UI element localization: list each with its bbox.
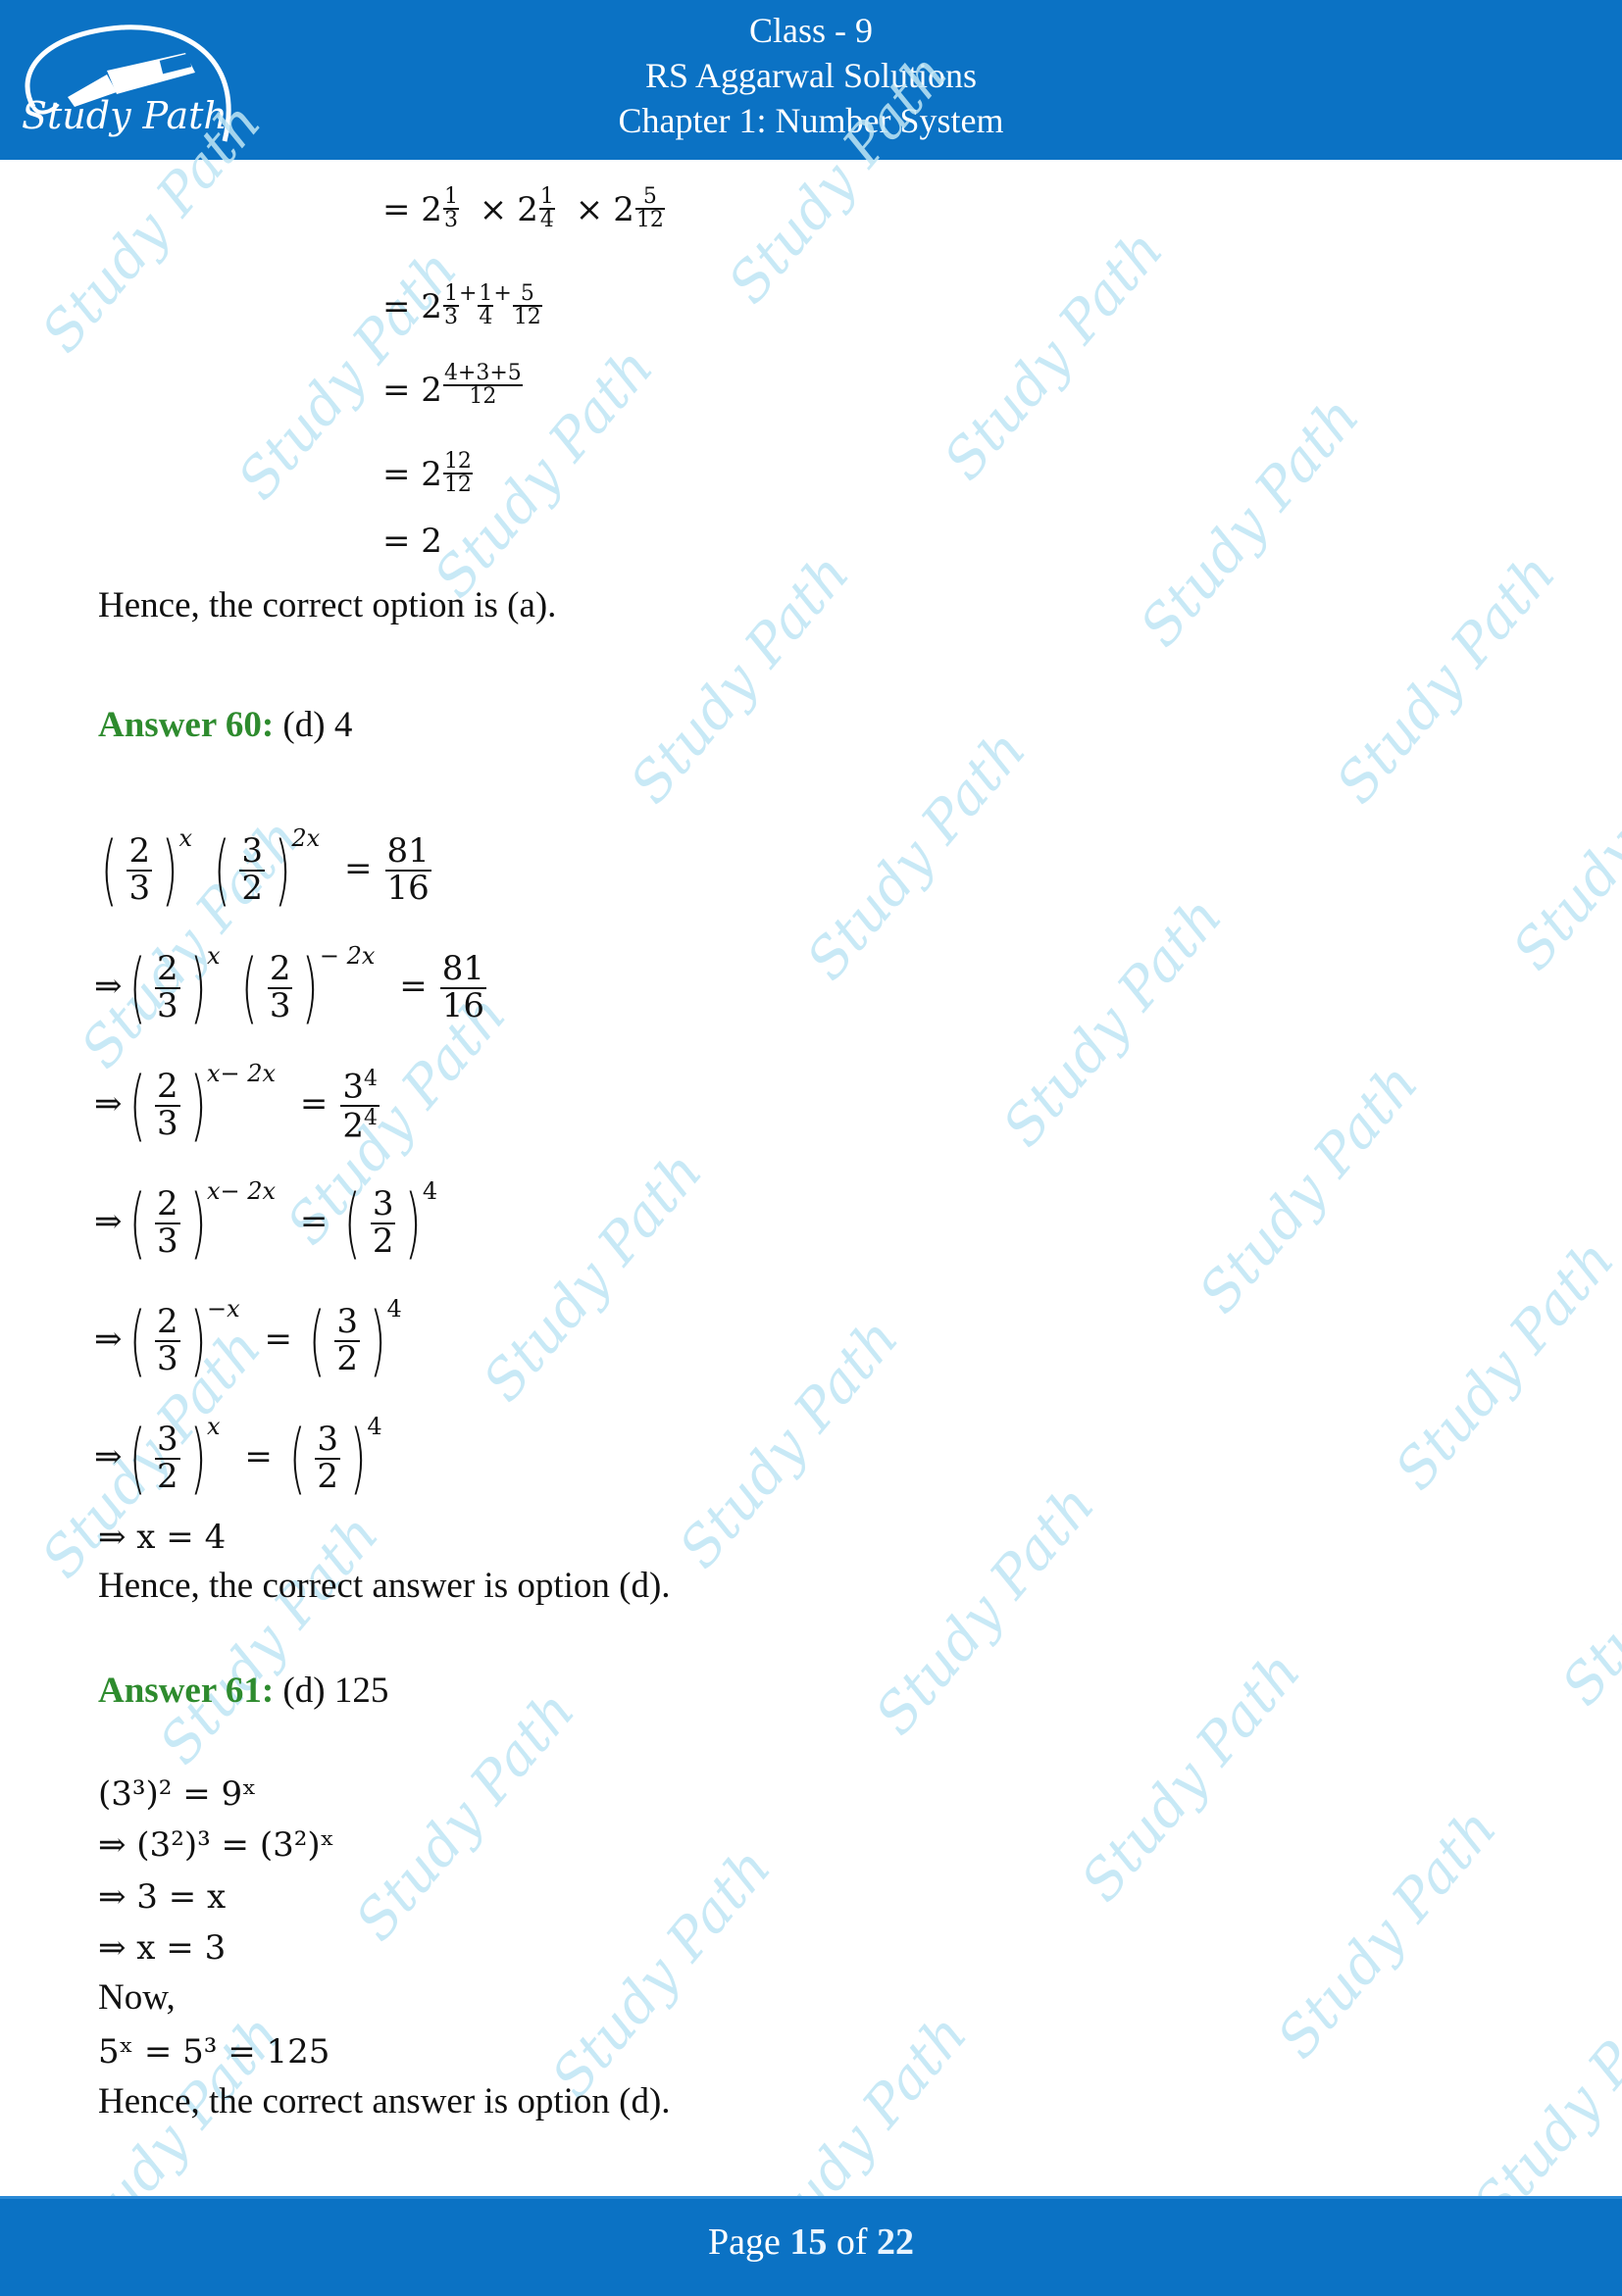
current-page: 15 (789, 2221, 828, 2263)
math-step: ⇒ x = 4 (98, 1518, 227, 1557)
math-step: = 2 1 3 +1 4 +5 12 (382, 281, 542, 329)
math-step: ⇒(2 3)x− 2x = 34 24 (94, 1060, 380, 1150)
math-step: ⇒(2 3)x (2 3)− 2x = 81 16 (94, 942, 487, 1032)
math-step: = 2 12 12 (382, 449, 473, 497)
answer-60-heading: Answer 60: (d) 4 (98, 706, 352, 745)
math-step: ⇒(2 3)x− 2x =(3 2)4 (94, 1177, 438, 1268)
conclusion-text: Hence, the correct option is (a). (98, 585, 557, 625)
math-step: ⇒ (3²)³ = (3²)ˣ (98, 1825, 335, 1865)
answer-value: (d) 125 (282, 1671, 389, 1711)
math-step: = 2 (382, 522, 442, 561)
page-footer: Page 15 of 22 (0, 2196, 1622, 2296)
page-content: = 213 × 2 1 4 × 2 5 12 = 2 1 3 +1 4 +5 12 = 2 4+3+5 12… (0, 0, 1622, 2293)
math-step: (2 3)x (3 2)2x = 81 16 (100, 824, 431, 915)
conclusion-text: Hence, the correct answer is option (d). (98, 2081, 671, 2121)
answer-label: Answer 61: (98, 1671, 275, 1711)
page-number: Page 15 of 22 (707, 2221, 915, 2263)
math-step: Now, (98, 1977, 176, 2018)
math-step: (3³)² = 9ˣ (98, 1774, 257, 1814)
math-step: = 2 4+3+5 12 (382, 361, 523, 410)
math-step: 5ˣ = 5³ = 125 (98, 2032, 330, 2071)
math-step: ⇒(2 3)−x =(3 2)4 (94, 1295, 402, 1385)
total-pages: 22 (877, 2221, 915, 2263)
answer-label: Answer 60: (98, 705, 275, 745)
conclusion-text: Hence, the correct answer is option (d). (98, 1566, 671, 1606)
math-step: ⇒(3 2)x =(3 2)4 (94, 1413, 382, 1503)
math-step: = 213 × 2 1 4 × 2 5 12 (382, 184, 665, 232)
answer-value: (d) 4 (282, 705, 353, 745)
math-step: ⇒ 3 = x (98, 1877, 227, 1917)
math-step: ⇒ x = 3 (98, 1928, 227, 1968)
answer-61-heading: Answer 61: (d) 125 (98, 1672, 388, 1711)
